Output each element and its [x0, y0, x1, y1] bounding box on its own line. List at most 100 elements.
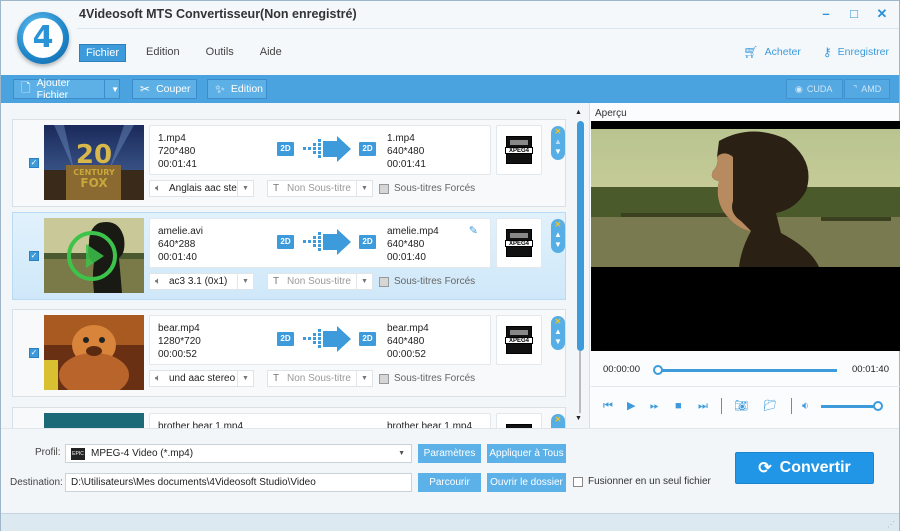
menu-edition[interactable]: Edition — [140, 44, 186, 62]
mode-out-badge[interactable]: 2D — [359, 142, 376, 156]
minimize-button[interactable]: – — [819, 7, 833, 21]
register-link[interactable]: ⚷ Enregistrer — [823, 45, 889, 59]
list-scrollbar[interactable]: ▲ ▼ — [573, 109, 587, 427]
amd-button[interactable]: ⌝ AMD — [844, 79, 890, 99]
preview-label: Aperçu — [595, 108, 627, 119]
output-resolution: 640*480 — [387, 146, 425, 157]
speaker-icon: 🔈︎ — [155, 373, 161, 384]
maximize-button[interactable]: □ — [847, 7, 861, 21]
menu-outils[interactable]: Outils — [200, 44, 240, 62]
output-duration: 00:01:41 — [387, 159, 426, 170]
scrollbar-track[interactable] — [579, 351, 581, 413]
add-file-button[interactable]: 🗋︎ Ajouter Fichier ▼ — [13, 77, 120, 101]
mode-out-badge[interactable]: 2D — [359, 332, 376, 346]
merge-checkbox[interactable]: Fusionner en un seul fichier — [573, 476, 711, 487]
file-checkbox[interactable]: ✓ — [29, 251, 39, 261]
remove-icon[interactable]: ✕ — [555, 220, 562, 230]
toolbar: 🗋︎ Ajouter Fichier ▼ ✂ Couper ✨︎ Edition… — [1, 75, 899, 103]
sparkle-icon: ✨︎ — [215, 81, 225, 96]
mode-in-badge[interactable]: 2D — [277, 142, 294, 156]
output-format-button[interactable] — [496, 413, 542, 428]
source-duration: 00:01:40 — [158, 252, 197, 263]
volume-knob[interactable] — [873, 401, 883, 411]
forced-subtitles-checkbox[interactable]: Sous-titres Forcés — [379, 373, 475, 384]
resize-grip-icon[interactable]: ⋰ — [887, 520, 895, 529]
move-down-icon[interactable]: ▼ — [554, 337, 562, 347]
file-checkbox[interactable]: ✓ — [29, 348, 39, 358]
mode-in-badge[interactable]: 2D — [277, 332, 294, 346]
move-down-icon[interactable]: ▼ — [554, 240, 562, 250]
source-resolution: 720*480 — [158, 146, 196, 157]
cut-button[interactable]: ✂ Couper — [132, 79, 197, 99]
volume-slider[interactable] — [821, 405, 879, 408]
move-up-icon[interactable]: ▲ — [554, 137, 562, 147]
scrollbar-thumb[interactable] — [577, 121, 584, 351]
convert-button[interactable]: ⟳ Convertir — [735, 452, 874, 484]
file-item-selected[interactable]: ✓ amelie.avi 640*288 00:01:40 2D 2D amel… — [12, 212, 566, 300]
file-checkbox[interactable]: ✓ — [29, 158, 39, 168]
move-up-icon[interactable]: ▲ — [554, 230, 562, 240]
profile-select[interactable]: EPIC MPEG-4 Video (*.mp4) ▼ — [65, 444, 412, 463]
open-folder-button[interactable]: Ouvrir le dossier — [487, 473, 566, 492]
remove-icon[interactable]: ✕ — [555, 127, 562, 137]
forced-subtitles-checkbox[interactable]: Sous-titres Forcés — [379, 276, 475, 287]
subtitle-select[interactable]: T Non Sous-titre ▼ — [267, 273, 373, 290]
output-format-button[interactable]: XPEG4 — [496, 125, 542, 175]
title-divider — [77, 28, 899, 29]
play-icon[interactable]: ▶ — [627, 400, 635, 412]
file-item[interactable]: ✓ bear.mp4 1280*720 00:00:52 2D 2D bear.… — [12, 309, 566, 397]
output-format-button[interactable]: XPEG4 — [496, 218, 542, 268]
snapshot-camera-icon[interactable]: 📷︎ — [734, 400, 748, 412]
key-icon: ⚷ — [822, 45, 832, 59]
folder-icon[interactable]: 📁︎ — [763, 400, 777, 412]
menu-fichier[interactable]: Fichier — [79, 44, 127, 62]
stop-icon[interactable]: ■ — [675, 400, 682, 412]
skip-end-icon[interactable]: ⏭︎ — [698, 400, 708, 412]
app-window: 4 4Videosoft MTS Convertisseur(Non enreg… — [0, 0, 900, 531]
output-duration: 00:01:40 — [387, 252, 426, 263]
remove-icon[interactable]: ✕ — [555, 317, 562, 327]
skip-start-icon[interactable]: ⏮︎ — [603, 400, 613, 412]
browse-button[interactable]: Parcourir — [418, 473, 481, 492]
scroll-up-icon[interactable]: ▲ — [575, 109, 582, 116]
cut-label: Couper — [156, 83, 191, 95]
file-thumbnail — [44, 413, 144, 428]
output-name: bear.mp4 — [387, 323, 429, 334]
seek-bar[interactable] — [657, 369, 837, 372]
apply-all-button[interactable]: Appliquer à Tous — [487, 444, 566, 463]
scroll-down-icon[interactable]: ▼ — [575, 415, 582, 422]
subtitle-select[interactable]: T Non Sous-titre ▼ — [267, 180, 373, 197]
destination-input[interactable]: D:\Utilisateurs\Mes documents\4Videosoft… — [65, 473, 412, 492]
buy-link[interactable]: 🛒︎ Acheter — [743, 45, 800, 59]
mode-out-badge[interactable]: 2D — [359, 235, 376, 249]
menu-aide[interactable]: Aide — [254, 44, 288, 62]
volume-icon[interactable]: 🔉︎ — [802, 400, 809, 412]
settings-button[interactable]: Paramètres — [418, 444, 481, 463]
format-badge: XPEG4 — [505, 337, 533, 344]
checkbox-box — [573, 476, 583, 487]
audio-track-select[interactable]: 🔈︎ Anglais aac ste ▼ — [149, 180, 254, 197]
profile-label: Profil: — [35, 447, 61, 458]
forced-subtitles-checkbox[interactable]: Sous-titres Forcés — [379, 183, 475, 194]
cuda-label: CUDA — [806, 84, 833, 94]
mode-in-badge[interactable]: 2D — [277, 235, 294, 249]
remove-icon[interactable]: ✕ — [555, 415, 562, 425]
move-down-icon[interactable]: ▼ — [554, 147, 562, 157]
close-button[interactable]: ✕ — [875, 7, 889, 21]
edit-button[interactable]: ✨︎ Edition — [207, 79, 267, 99]
fast-forward-icon[interactable]: ⏩︎ — [650, 400, 659, 412]
output-info: brother bear 1.mp4 — [387, 420, 472, 428]
subtitle-select[interactable]: T Non Sous-titre ▼ — [267, 370, 373, 387]
file-item[interactable]: ✓ 20 CENTURY FOX 1.mp4 720*480 00:01:41 … — [12, 119, 566, 207]
preview-video[interactable] — [591, 121, 900, 351]
move-up-icon[interactable]: ▲ — [554, 327, 562, 337]
cuda-button[interactable]: ◉ CUDA — [786, 79, 843, 99]
seek-knob[interactable] — [653, 365, 663, 375]
file-item[interactable]: brother bear 1.mp4 brother bear 1.mp4 ✕ — [12, 407, 566, 428]
audio-track-select[interactable]: 🔈︎ und aac stereo ▼ — [149, 370, 254, 387]
rename-pencil-icon[interactable]: ✎ — [469, 224, 478, 237]
conversion-info: amelie.avi 640*288 00:01:40 2D 2D amelie… — [149, 218, 491, 268]
add-file-dropdown[interactable]: ▼ — [104, 80, 119, 98]
output-format-button[interactable]: XPEG4 — [496, 315, 542, 365]
audio-track-select[interactable]: 🔈︎ ac3 3.1 (0x1) ▼ — [149, 273, 254, 290]
